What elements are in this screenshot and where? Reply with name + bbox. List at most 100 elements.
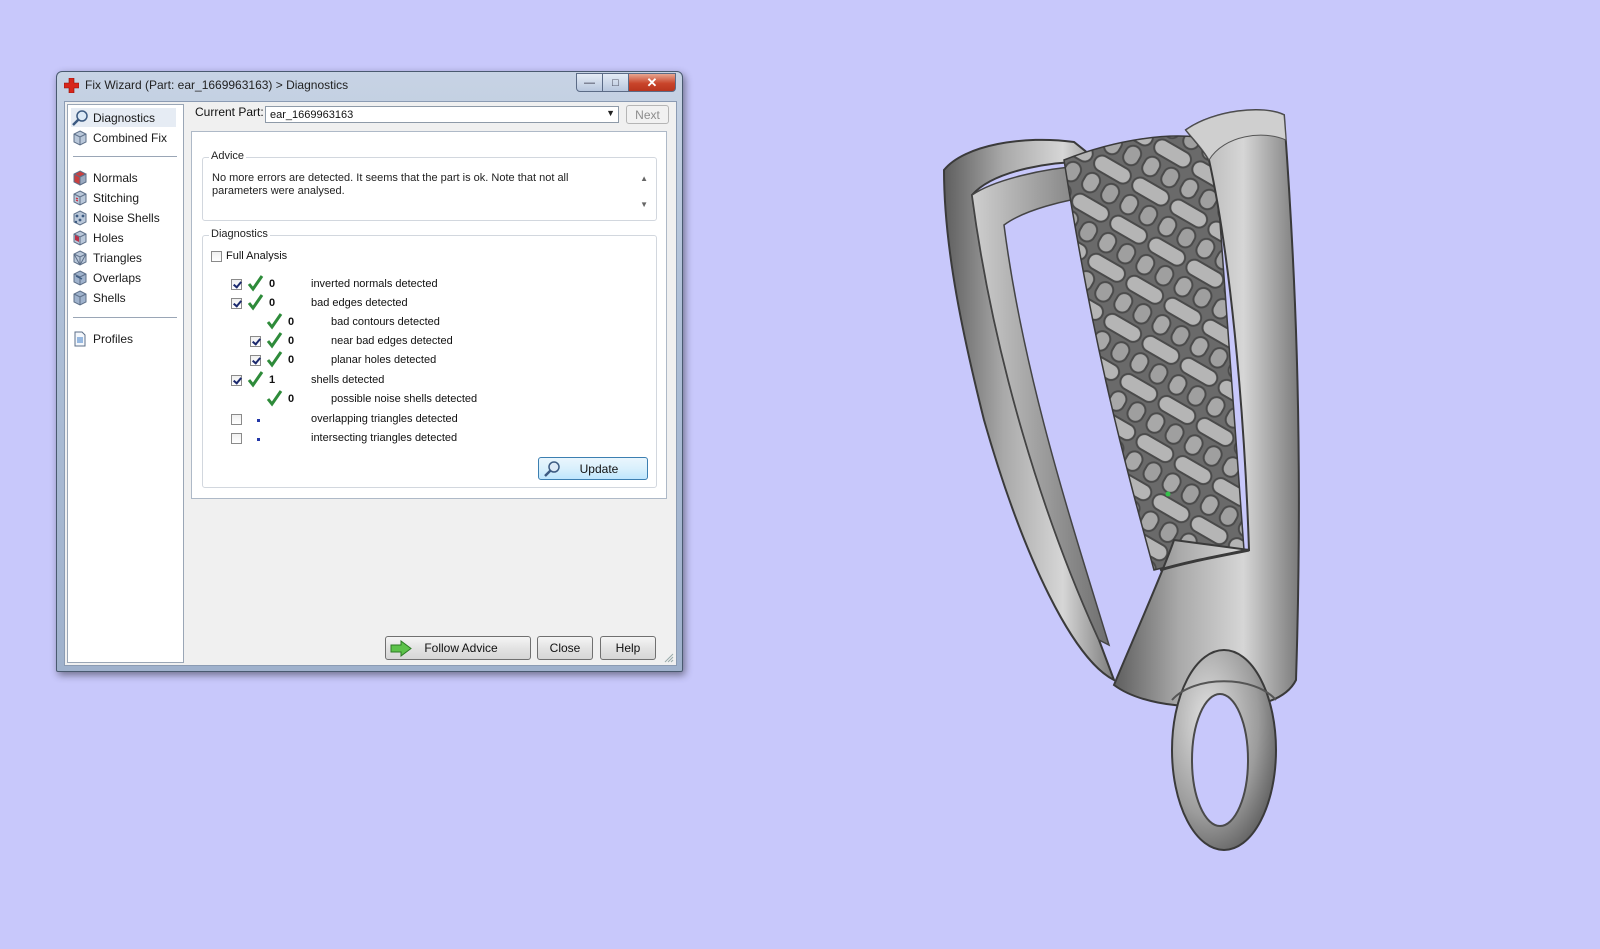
overlaps-cube-icon	[73, 269, 87, 286]
row-label: shells detected	[311, 374, 385, 386]
sidebar-item-label: Normals	[93, 170, 138, 185]
3d-model-pendant-bail[interactable]	[924, 100, 1344, 870]
diagnostics-title: Diagnostics	[209, 228, 270, 240]
row-count: 0	[288, 316, 295, 328]
sidebar-item-overlaps[interactable]: Overlaps	[71, 268, 176, 287]
pending-dot-icon	[257, 438, 260, 441]
pending-dot-icon	[257, 419, 260, 422]
row-label: bad contours detected	[331, 316, 440, 328]
window-title: Fix Wizard (Part: ear_1669963163) > Diag…	[85, 78, 349, 92]
maximize-button[interactable]: □	[603, 73, 629, 92]
sidebar-item-label: Stitching	[93, 190, 140, 205]
cube-icon	[73, 129, 87, 146]
help-button[interactable]: Help	[600, 636, 656, 660]
row-checkbox[interactable]	[231, 375, 242, 386]
next-button[interactable]: Next	[626, 105, 669, 124]
sidebar-item-noise-shells[interactable]: Noise Shells	[71, 208, 176, 227]
next-button-label: Next	[635, 107, 660, 122]
row-label: intersecting triangles detected	[311, 432, 458, 444]
row-checkbox[interactable]	[231, 433, 242, 444]
minimize-icon: —	[584, 76, 595, 89]
scroll-down-icon[interactable]: ▼	[640, 200, 648, 209]
row-checkbox[interactable]	[231, 298, 242, 309]
sidebar-item-stitching[interactable]: Stitching	[71, 188, 176, 207]
row-checkbox[interactable]	[250, 355, 261, 366]
full-analysis-label: Full Analysis	[226, 250, 288, 262]
green-check-icon	[247, 294, 264, 311]
sidebar-item-profiles[interactable]: Profiles	[71, 329, 176, 348]
sidebar-item-label: Noise Shells	[93, 210, 160, 225]
advice-title: Advice	[209, 150, 247, 162]
sidebar-item-holes[interactable]: Holes	[71, 228, 176, 247]
row-count: 0	[288, 335, 295, 347]
resize-grip-icon[interactable]	[664, 653, 674, 663]
full-analysis-checkbox[interactable]	[211, 251, 222, 262]
green-check-icon	[266, 390, 283, 407]
diagnostics-panel: Advice No more errors are detected. It s…	[191, 131, 667, 499]
green-check-icon	[266, 313, 283, 330]
sidebar-item-shells[interactable]: Shells	[71, 288, 176, 307]
sidebar-item-label: Combined Fix	[93, 130, 168, 145]
current-part-select[interactable]: ear_1669963163 ▼	[265, 106, 619, 123]
window-controls: — □ ✕	[576, 73, 676, 92]
sidebar-item-triangles[interactable]: Triangles	[71, 248, 176, 267]
row-count: 0	[269, 297, 276, 309]
row-label: possible noise shells detected	[331, 393, 478, 405]
scroll-up-icon[interactable]: ▲	[640, 174, 648, 183]
sidebar-item-normals[interactable]: Normals	[71, 168, 176, 187]
row-count: 1	[269, 374, 276, 386]
minimize-button[interactable]: —	[576, 73, 603, 92]
magnifier-icon	[544, 461, 560, 477]
advice-text: No more errors are detected. It seems th…	[212, 172, 569, 197]
magnifier-icon	[72, 109, 88, 126]
sidebar-item-diagnostics[interactable]: Diagnostics	[71, 108, 176, 127]
row-count: 0	[288, 393, 295, 405]
maximize-icon: □	[612, 76, 619, 89]
close-button-label: Close	[549, 641, 581, 655]
green-check-icon	[247, 275, 264, 292]
update-button[interactable]: Update	[538, 457, 648, 480]
row-count: 0	[288, 354, 295, 366]
sidebar-item-label: Holes	[93, 230, 124, 245]
triangles-cube-icon	[73, 249, 87, 266]
follow-advice-button[interactable]: Follow Advice	[385, 636, 531, 660]
sidebar-item-label: Shells	[93, 290, 126, 305]
sidebar-item-label: Diagnostics	[93, 110, 156, 125]
close-icon: ✕	[646, 74, 658, 90]
title-bar[interactable]: Fix Wizard (Part: ear_1669963163) > Diag…	[57, 72, 682, 98]
row-checkbox[interactable]	[250, 336, 261, 347]
sidebar-divider	[73, 156, 177, 157]
row-label: overlapping triangles detected	[311, 413, 458, 425]
green-check-icon	[247, 371, 264, 388]
diagnostics-group: Diagnostics Full Analysis 0 inverted nor…	[202, 228, 657, 488]
row-checkbox[interactable]	[231, 414, 242, 425]
dialog-client-area: Diagnostics Combined Fix Normals Stitchi…	[64, 101, 677, 666]
help-button-label: Help	[615, 641, 641, 655]
row-label: near bad edges detected	[331, 335, 453, 347]
follow-advice-label: Follow Advice	[424, 641, 498, 655]
current-part-label: Current Part:	[195, 105, 264, 119]
normals-cube-icon	[73, 169, 87, 186]
sidebar-item-label: Overlaps	[93, 270, 142, 285]
sidebar-item-label: Profiles	[93, 331, 134, 346]
red-cross-app-icon	[64, 78, 79, 93]
row-label: planar holes detected	[331, 354, 437, 366]
holes-cube-icon	[73, 229, 87, 246]
fix-wizard-window: Fix Wizard (Part: ear_1669963163) > Diag…	[56, 71, 683, 672]
close-button[interactable]: Close	[537, 636, 593, 660]
chevron-down-icon: ▼	[606, 108, 615, 118]
update-button-label: Update	[579, 461, 619, 476]
row-checkbox[interactable]	[231, 279, 242, 290]
sidebar-item-combined-fix[interactable]: Combined Fix	[71, 128, 176, 147]
current-part-value: ear_1669963163	[270, 109, 354, 121]
sidebar-item-label: Triangles	[93, 250, 142, 265]
stitching-cube-icon	[73, 189, 87, 206]
sidebar: Diagnostics Combined Fix Normals Stitchi…	[67, 104, 184, 663]
green-arrow-icon	[390, 640, 412, 657]
row-label: bad edges detected	[311, 297, 408, 309]
green-check-icon	[266, 332, 283, 349]
sidebar-divider	[73, 317, 177, 318]
noise-shells-icon	[73, 209, 87, 226]
document-icon	[74, 331, 86, 346]
close-window-button[interactable]: ✕	[629, 73, 676, 92]
